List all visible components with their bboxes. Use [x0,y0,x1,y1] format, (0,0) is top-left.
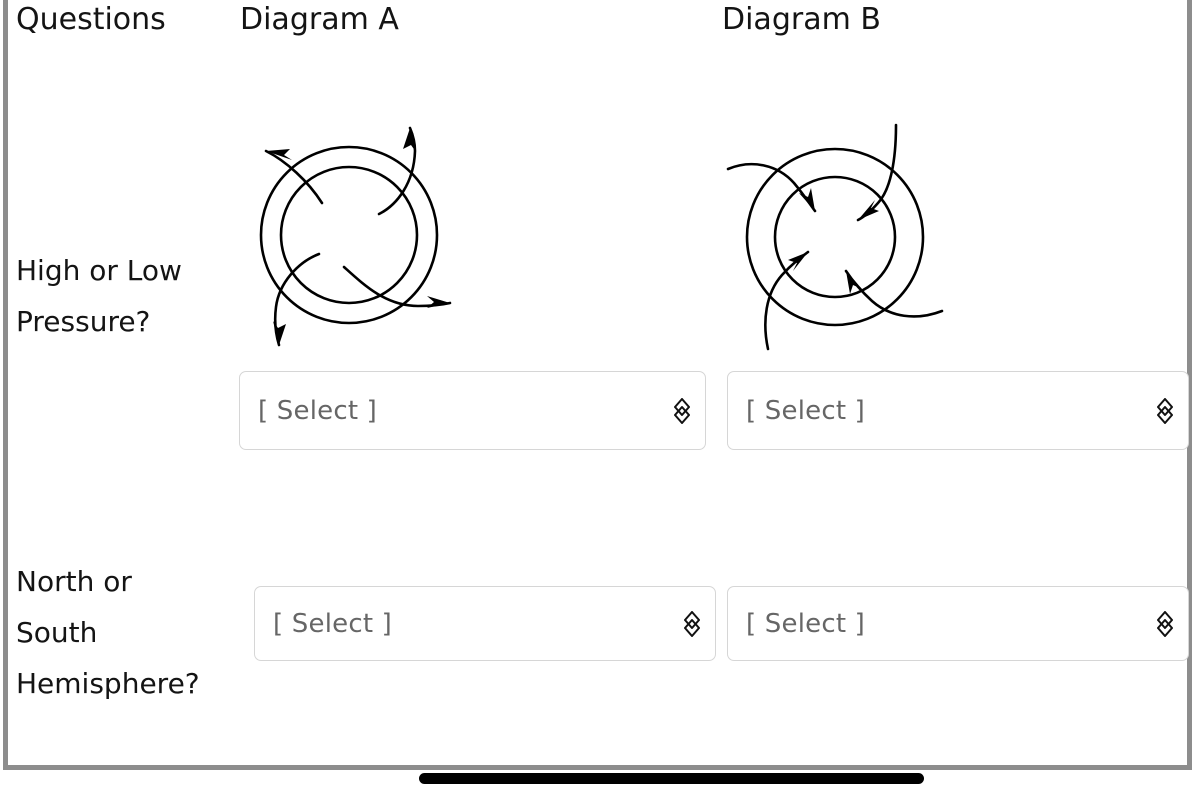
question-table-body: Questions Diagram A Diagram B High or Lo… [8,0,1189,765]
question-label-hemisphere: North or South Hemisphere? [16,556,231,709]
question-label-hemisphere-line3: Hemisphere? [16,667,200,700]
select-hemisphere-diagram-a-value: [ Select ] [273,608,393,639]
select-pressure-diagram-b[interactable]: [ Select ] [727,371,1189,450]
question-label-hemisphere-line2: South [16,616,98,649]
select-hemisphere-diagram-a[interactable]: [ Select ] [254,586,716,661]
chevron-up-down-icon[interactable] [1157,397,1173,424]
question-label-pressure-line1: High or Low [16,254,182,287]
column-header-questions: Questions [16,2,166,37]
chevron-up-down-icon[interactable] [674,397,690,424]
question-label-pressure-line2: Pressure? [16,305,151,338]
diagram-b-image [720,107,950,357]
question-table-card: Questions Diagram A Diagram B High or Lo… [3,0,1192,770]
question-label-hemisphere-line1: North or [16,565,132,598]
select-pressure-diagram-a[interactable]: [ Select ] [239,371,706,450]
screen: Questions Diagram A Diagram B High or Lo… [0,0,1200,805]
column-header-diagram-a: Diagram A [240,2,399,37]
select-pressure-diagram-b-value: [ Select ] [746,395,866,426]
diagram-a-spiral-outflow-icon [259,126,452,347]
home-indicator[interactable] [419,773,924,784]
select-hemisphere-diagram-b-value: [ Select ] [746,608,866,639]
question-label-pressure: High or Low Pressure? [16,245,231,347]
select-pressure-diagram-a-value: [ Select ] [258,395,378,426]
select-hemisphere-diagram-b[interactable]: [ Select ] [727,586,1189,661]
diagram-a-image [234,107,464,357]
table-header-row: Questions Diagram A Diagram B [8,0,1187,62]
chevron-up-down-icon[interactable] [684,610,700,637]
diagram-b-spiral-inflow-icon [726,123,944,351]
column-header-diagram-b: Diagram B [722,2,881,37]
chevron-up-down-icon[interactable] [1157,610,1173,637]
